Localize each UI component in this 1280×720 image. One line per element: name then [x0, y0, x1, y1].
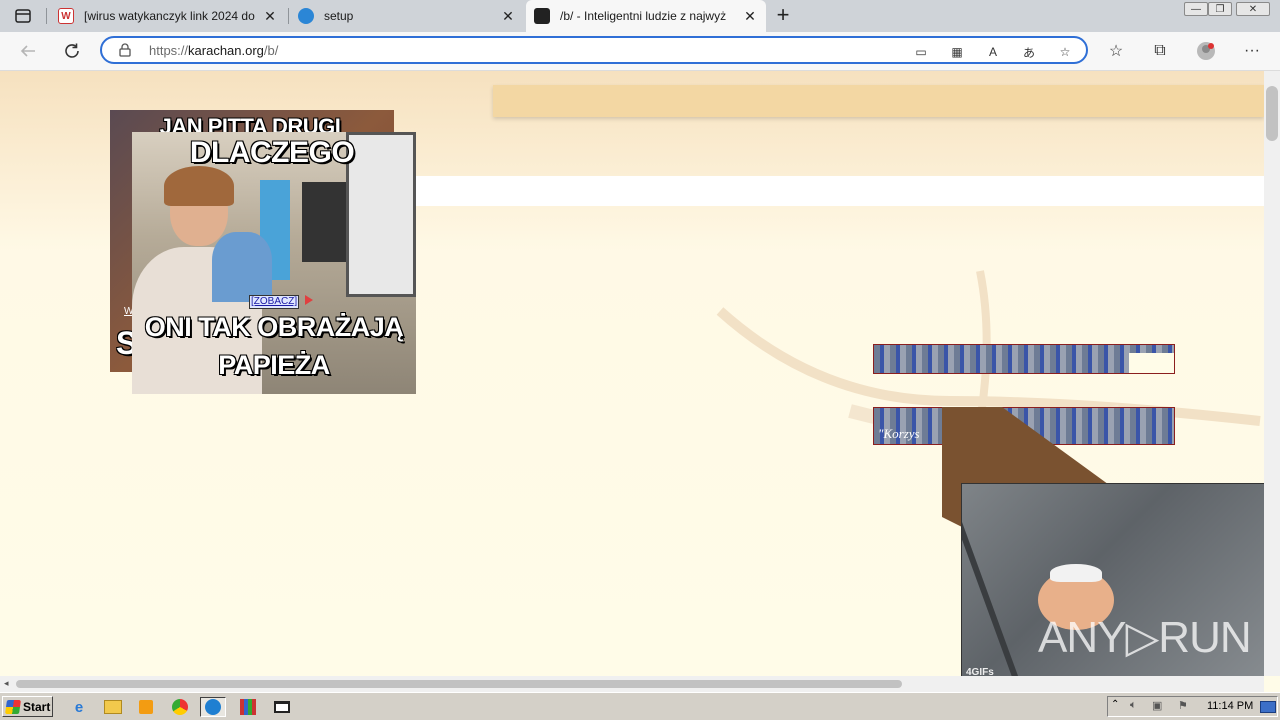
tab-karachan[interactable]: /b/ - Inteligentni ludzie z najwyż ✕	[526, 0, 766, 32]
add-favorite-icon[interactable]: ☆	[1056, 43, 1074, 61]
tab-setup[interactable]: setup ✕	[290, 0, 524, 32]
horizontal-scroll-thumb[interactable]	[16, 680, 902, 688]
close-icon[interactable]: ✕	[262, 8, 278, 25]
meme-front-bottom-line1: ONI TAK OBRAŻAJĄ	[144, 312, 404, 342]
back-icon[interactable]	[18, 41, 38, 61]
volume-icon[interactable]: 🔈︎	[1130, 699, 1137, 712]
white-strip	[414, 176, 1264, 206]
vertical-scroll-thumb[interactable]	[1266, 86, 1278, 141]
meme-image-front[interactable]: DLACZEGO ONI TAK OBRAŻAJĄ PAPIEŻA	[132, 132, 416, 394]
refresh-icon[interactable]	[62, 41, 82, 61]
tab-actions-icon[interactable]	[14, 7, 32, 25]
navigation-bar: https://karachan.org/b/ ▭ ▦ A あ ☆ ☆ ⧉ ··…	[0, 32, 1280, 71]
meme-front-bottom-line2: PAPIEŻA	[218, 350, 330, 380]
flag-icon[interactable]: ⚑	[1178, 699, 1188, 712]
start-label: Start	[23, 699, 51, 714]
qr-code-icon[interactable]: ▦	[948, 43, 966, 61]
media-player-icon[interactable]	[136, 697, 156, 717]
vertical-scrollbar[interactable]	[1264, 71, 1280, 676]
clock[interactable]: 11:14 PM	[1207, 700, 1253, 712]
new-tab-button[interactable]: +	[772, 4, 794, 28]
taskbar: Start e ⌃ 🔈︎ ▣ ⚑ 11:14 PM	[0, 692, 1280, 720]
tab-separator	[46, 8, 47, 24]
edge-blue-icon	[298, 8, 314, 24]
scroll-left-icon[interactable]: ◂	[4, 678, 9, 689]
monitor-shape	[302, 182, 346, 262]
karachan-icon	[534, 8, 550, 24]
person-hair	[164, 166, 234, 206]
zobacz-link[interactable]: [ZOBACZ]	[249, 295, 300, 309]
tab-title: setup	[324, 9, 354, 23]
url-text[interactable]: https://karachan.org/b/	[149, 43, 278, 58]
chrome-icon[interactable]	[170, 697, 190, 717]
tray-expand-icon[interactable]: ⌃	[1111, 699, 1119, 710]
gif-watermark: 4GIFs .com	[966, 667, 994, 677]
app-available-icon[interactable]: ▭	[912, 43, 930, 61]
wiki-icon: W	[58, 8, 74, 24]
more-menu-icon[interactable]: ···	[1242, 41, 1262, 61]
read-aloud-icon[interactable]: A	[984, 43, 1002, 61]
lock-icon[interactable]	[118, 43, 132, 57]
close-icon[interactable]: ✕	[742, 8, 758, 25]
address-bar[interactable]: https://karachan.org/b/ ▭ ▦ A あ ☆	[100, 36, 1088, 64]
server-banner-top[interactable]	[873, 344, 1175, 374]
collections-icon[interactable]: ⧉	[1150, 41, 1170, 61]
anyrun-watermark: ANY▷RUN	[1038, 613, 1252, 662]
minimize-button[interactable]: —	[1184, 2, 1208, 16]
tab-title: [wirus watykanczyk link 2024 do	[84, 9, 255, 23]
start-button[interactable]: Start	[2, 696, 53, 717]
pope-hair	[1050, 564, 1102, 582]
maximize-button[interactable]: ❐	[1208, 2, 1232, 16]
tab-wirus[interactable]: W [wirus watykanczyk link 2024 do ✕	[50, 0, 286, 32]
ie-icon[interactable]: e	[69, 697, 89, 717]
tab-separator	[288, 8, 289, 24]
close-window-button[interactable]: ✕	[1236, 2, 1270, 16]
edge-taskbar-button[interactable]	[200, 697, 226, 717]
window-icon[interactable]	[272, 697, 292, 717]
banner-white-patch	[1129, 353, 1174, 373]
translate-icon[interactable]: あ	[1020, 43, 1038, 61]
meme-front-top-text: DLACZEGO	[189, 136, 355, 169]
tab-strip: W [wirus watykanczyk link 2024 do ✕ setu…	[0, 0, 1280, 32]
pope-gif[interactable]: ANY▷RUN 4GIFs .com	[961, 483, 1264, 676]
tab-title: /b/ - Inteligentni ludzie z najwyż	[560, 9, 727, 23]
profile-avatar[interactable]	[1196, 41, 1216, 61]
folder-icon[interactable]	[103, 697, 123, 717]
network-icon[interactable]: ▣	[1152, 699, 1162, 712]
arrow-icon	[305, 295, 313, 305]
windows-logo-icon	[5, 699, 21, 714]
close-icon[interactable]: ✕	[500, 8, 516, 25]
favorites-icon[interactable]: ☆	[1106, 41, 1126, 61]
app-grid-icon[interactable]	[238, 697, 258, 717]
header-band	[493, 85, 1264, 117]
show-desktop-icon[interactable]	[1260, 701, 1276, 713]
person-two	[212, 232, 272, 302]
page-content: JAN PITTA DRUGI S W DLACZEGO ONI TAK OBR…	[0, 71, 1264, 676]
road-stripe	[962, 484, 1033, 676]
